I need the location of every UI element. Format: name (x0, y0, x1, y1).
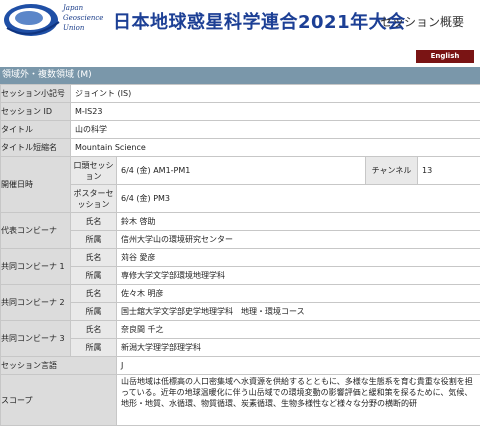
co-convener-3-label: 共同コンビーナ 3 (1, 321, 71, 357)
title-short-value: Mountain Science (71, 139, 480, 157)
session-table: セッション小記号 ジョイント (IS) セッション ID M-IS23 タイトル… (0, 84, 480, 426)
channel-label: チャンネル (366, 157, 418, 185)
table-row: ポスターセッション 6/4 (金) PM3 (1, 185, 480, 213)
co-convener-2-name-label: 氏名 (71, 285, 117, 303)
co-convener-1-name: 苅谷 愛彦 (117, 249, 480, 267)
table-row: セッション言語 J (1, 357, 480, 375)
globe-icon (3, 2, 63, 38)
logo-line-3: Union (63, 25, 84, 32)
co-convener-1-label: 共同コンビーナ 1 (1, 249, 71, 285)
section-header: 領域外・複数領域 (M) (0, 67, 480, 84)
convener-name-label: 氏名 (71, 213, 117, 231)
table-row: 代表コンビーナ 氏名 鈴木 啓助 (1, 213, 480, 231)
title-value: 山の科学 (71, 121, 480, 139)
convener-label: 代表コンビーナ (1, 213, 71, 249)
english-button[interactable]: English (416, 50, 474, 63)
convener-name: 鈴木 啓助 (117, 213, 480, 231)
table-row: スコープ 山岳地域は低標高の人口密集域へ水資源を供給するとともに、多様な生態系を… (1, 375, 480, 426)
page-header: Japan Geoscience Union 日本地球惑星科学連合2021年大会… (0, 0, 480, 40)
poster-session-value: 6/4 (金) PM3 (117, 185, 480, 213)
co-convener-3-name: 奈良間 千之 (117, 321, 480, 339)
table-row: 共同コンビーナ 2 氏名 佐々木 明彦 (1, 285, 480, 303)
session-symbol-value: ジョイント (IS) (71, 85, 480, 103)
title-short-label: タイトル短縮名 (1, 139, 71, 157)
schedule-label: 開催日時 (1, 157, 71, 213)
table-row: 共同コンビーナ 1 氏名 苅谷 愛彦 (1, 249, 480, 267)
co-convener-2-affiliation-label: 所属 (71, 303, 117, 321)
poster-session-label: ポスターセッション (71, 185, 117, 213)
table-row: タイトル短縮名 Mountain Science (1, 139, 480, 157)
co-convener-1-affiliation: 専修大学文学部環境地理学科 (117, 267, 480, 285)
co-convener-3-name-label: 氏名 (71, 321, 117, 339)
co-convener-2-name: 佐々木 明彦 (117, 285, 480, 303)
session-symbol-label: セッション小記号 (1, 85, 71, 103)
co-convener-2-affiliation: 国士舘大学文学部史学地理学科 地理・環境コース (117, 303, 480, 321)
convener-affiliation: 信州大学山の環境研究センター (117, 231, 480, 249)
scope-cell: 山岳地域は低標高の人口密集域へ水資源を供給するとともに、多様な生態系を育む貴重な… (117, 375, 480, 426)
logo-line-2: Geoscience (63, 15, 103, 22)
title-label: タイトル (1, 121, 71, 139)
co-convener-2-label: 共同コンビーナ 2 (1, 285, 71, 321)
scope-label: スコープ (1, 375, 117, 426)
session-id-label: セッション ID (1, 103, 71, 121)
jpgu-logo[interactable]: Japan Geoscience Union (3, 2, 113, 38)
table-row: 所属 国士舘大学文学部史学地理学科 地理・環境コース (1, 303, 480, 321)
table-row: 所属 新潟大学理学部理学科 (1, 339, 480, 357)
oral-session-label: 口頭セッション (71, 157, 117, 185)
session-language-value: J (117, 357, 480, 375)
table-row: 所属 専修大学文学部環境地理学科 (1, 267, 480, 285)
table-row: 開催日時 口頭セッション 6/4 (金) AM1-PM1 チャンネル 13 (1, 157, 480, 185)
oral-session-value: 6/4 (金) AM1-PM1 (117, 157, 366, 185)
page-subtitle: セッション概要 (380, 13, 464, 30)
co-convener-3-affiliation-label: 所属 (71, 339, 117, 357)
co-convener-3-affiliation: 新潟大学理学部理学科 (117, 339, 480, 357)
session-id-value: M-IS23 (71, 103, 480, 121)
convener-affiliation-label: 所属 (71, 231, 117, 249)
table-row: タイトル 山の科学 (1, 121, 480, 139)
page-title: 日本地球惑星科学連合2021年大会 (113, 8, 406, 34)
co-convener-1-name-label: 氏名 (71, 249, 117, 267)
table-row: セッション小記号 ジョイント (IS) (1, 85, 480, 103)
table-row: セッション ID M-IS23 (1, 103, 480, 121)
scope-text: 山岳地域は低標高の人口密集域へ水資源を供給するとともに、多様な生態系を育む貴重な… (121, 376, 480, 425)
table-row: 所属 信州大学山の環境研究センター (1, 231, 480, 249)
channel-value: 13 (418, 157, 480, 185)
logo-line-1: Japan (63, 5, 83, 12)
session-language-label: セッション言語 (1, 357, 117, 375)
table-row: 共同コンビーナ 3 氏名 奈良間 千之 (1, 321, 480, 339)
co-convener-1-affiliation-label: 所属 (71, 267, 117, 285)
